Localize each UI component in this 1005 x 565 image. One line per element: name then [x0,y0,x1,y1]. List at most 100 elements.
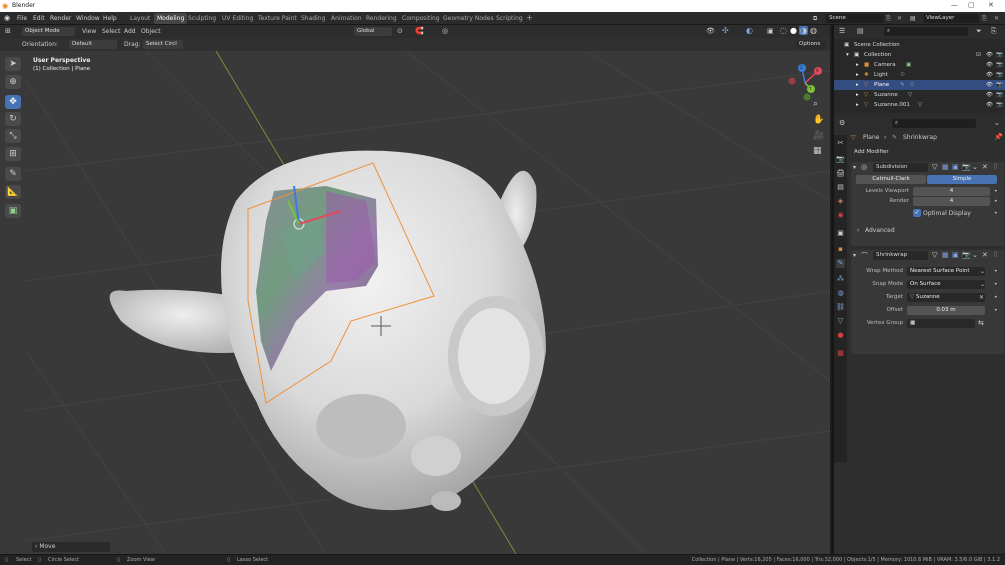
new-collection-icon[interactable]: ⎘ [991,27,997,36]
output-tab-icon[interactable]: 🖨 [836,169,845,178]
editor-type-icon[interactable]: ⊞ [5,27,11,35]
physics-tab-icon[interactable]: ◍ [836,289,845,298]
eye-icon[interactable]: 👁 [986,90,993,100]
menu-help[interactable]: Help [103,15,117,22]
workspace-tab-shading[interactable]: Shading [301,15,325,22]
orientation-selector[interactable]: Default [69,40,117,49]
keyframe-dot-icon[interactable]: • [994,268,998,275]
keyframe-dot-icon[interactable]: • [994,188,998,195]
object-tab-icon[interactable]: ▪ [836,245,845,254]
view-layer-selector[interactable]: ViewLayer [923,14,979,23]
camera-render-icon[interactable]: 📷 [996,100,1003,110]
proportional-edit-icon[interactable]: ◎ [442,27,448,35]
delete-modifier-icon[interactable]: ✕ [982,251,988,259]
outliner-search-input[interactable]: ⌕ [884,27,968,36]
menu-view[interactable]: View [82,28,96,35]
particles-tab-icon[interactable]: ⁂ [836,275,845,284]
xray-toggle-icon[interactable]: ▣ [767,27,774,35]
properties-search-input[interactable]: ⌕ [892,119,976,128]
new-scene-icon[interactable]: ⎘ [886,15,891,23]
outliner-editor-icon[interactable]: ☰ [839,27,845,35]
solid-shading-icon[interactable]: ● [790,26,797,35]
menu-select[interactable]: Select [102,28,121,35]
delete-view-layer-icon[interactable]: ✕ [994,15,999,22]
world-tab-icon[interactable]: ◉ [836,211,845,220]
move-tool-icon[interactable]: ✥ [5,95,21,109]
chevron-right-icon[interactable]: ▸ [856,80,859,90]
display-mode-icon[interactable]: ▤ [857,27,864,35]
workspace-tab-rendering[interactable]: Rendering [366,15,397,22]
maximize-icon[interactable]: ▢ [968,1,975,9]
camera-view-icon[interactable]: 🎥 [813,131,824,141]
collection-tab-icon[interactable]: ▣ [836,229,845,238]
outliner[interactable]: ☰ ▤ ⌕ ⏷ ⎘ ▣ Scene Collection ▾ ▣ Collect… [834,25,1005,113]
delete-scene-icon[interactable]: ✕ [897,15,902,22]
material-tab-icon[interactable]: ● [836,331,845,340]
constraints-tab-icon[interactable]: ⛓ [836,303,845,312]
pan-hand-icon[interactable]: ✋ [813,115,824,125]
optimal-display-checkbox[interactable]: ✓ [913,209,921,217]
clear-target-icon[interactable]: ✕ [979,294,984,301]
wireframe-shading-icon[interactable]: ◌ [780,26,787,35]
scene-selector[interactable]: Scene [826,14,884,23]
properties-editor[interactable]: ⚙ ⌕ ⌄ ▽ Plane › ✎ Shrinkwrap 📌 Add Modif… [834,117,1005,554]
workspace-tab-geometry-nodes[interactable]: Geometry Nodes [443,15,494,22]
drag-selector[interactable]: Select Circl [143,40,183,49]
render-toggle-icon[interactable]: 📷 [962,163,971,171]
chevron-down-icon[interactable]: ⌄ [972,251,978,259]
simple-toggle[interactable]: Simple [927,175,997,184]
chevron-down-icon[interactable]: ⌄ [972,163,978,171]
keyframe-dot-icon[interactable]: • [994,210,998,217]
advanced-subpanel[interactable]: Advanced [865,227,895,234]
add-modifier-button[interactable]: Add Modifier [851,148,1002,157]
catmull-clark-toggle[interactable]: Catmull-Clark [856,175,926,184]
add-cube-tool-icon[interactable]: ▣ [5,204,21,218]
rendered-shading-icon[interactable]: ◍ [810,26,817,35]
keyframe-dot-icon[interactable]: • [994,294,998,301]
camera-render-icon[interactable]: 📷 [996,70,1003,80]
pivot-point-icon[interactable]: ⊙ [397,27,403,35]
workspace-tab-sculpting[interactable]: Sculpting [188,15,216,22]
modifier-tab-icon[interactable]: ✎ [836,259,845,268]
chevron-right-icon[interactable]: ▸ [856,60,859,70]
levels-viewport-field[interactable]: 4 [913,187,990,196]
menu-add[interactable]: Add [124,28,136,35]
menu-window[interactable]: Window [76,15,100,22]
texture-tab-icon[interactable]: ▦ [836,349,845,358]
new-view-layer-icon[interactable]: ⎘ [982,15,987,23]
filter-icon[interactable]: ⏷ [976,27,982,36]
outliner-row-collection[interactable]: ▾ ▣ Collection ☑ 👁 📷 [834,50,1005,60]
outliner-row-camera[interactable]: ▸ ■ Camera ▣ 👁 📷 [834,60,1005,70]
chevron-right-icon[interactable]: ▸ [856,100,859,110]
render-levels-field[interactable]: 4 [913,197,990,206]
edit-mode-toggle-icon[interactable]: ▽ [932,163,937,171]
menu-object[interactable]: Object [141,28,161,35]
workspace-tab-layout[interactable]: Layout [130,15,150,22]
camera-render-icon[interactable]: 📷 [996,80,1003,90]
outliner-row-light[interactable]: ▸ ✺ Light ☉ 👁 📷 [834,70,1005,80]
scale-tool-icon[interactable]: ⤡ [5,129,21,143]
minimize-icon[interactable]: — [951,1,958,9]
render-toggle-icon[interactable]: 📷 [962,251,971,259]
viewport-toggle-icon[interactable]: ▣ [952,251,959,259]
checkbox-icon[interactable]: ☑ [976,50,981,60]
add-workspace-button[interactable]: + [526,13,533,22]
transform-orientation-selector[interactable]: Global [354,27,392,36]
drag-handle-icon[interactable]: ⠿ [993,251,998,259]
workspace-tab-texture-paint[interactable]: Texture Paint [258,15,297,22]
keyframe-dot-icon[interactable]: • [994,198,998,205]
eye-icon[interactable]: 👁 [986,50,993,60]
delete-modifier-icon[interactable]: ✕ [982,163,988,171]
mode-selector[interactable]: Object Mode [22,27,75,36]
gizmo-toggle-icon[interactable]: ✣ [722,26,729,35]
chevron-right-icon[interactable]: ▸ [856,70,859,80]
keyframe-dot-icon[interactable]: • [994,307,998,314]
outliner-row-plane[interactable]: ▸ ▽ Plane ✎ ▽ 👁 📷 [834,80,1005,90]
options-dropdown[interactable]: Options [796,40,826,49]
snap-icon[interactable]: 🧲 [415,27,424,35]
last-operator-panel[interactable]: › Move [32,542,110,552]
tool-tab-icon[interactable]: ✂ [836,139,845,148]
eye-icon[interactable]: 👁 [986,100,993,110]
menu-edit[interactable]: Edit [33,15,45,22]
offset-field[interactable]: 0.03 m [907,306,985,315]
